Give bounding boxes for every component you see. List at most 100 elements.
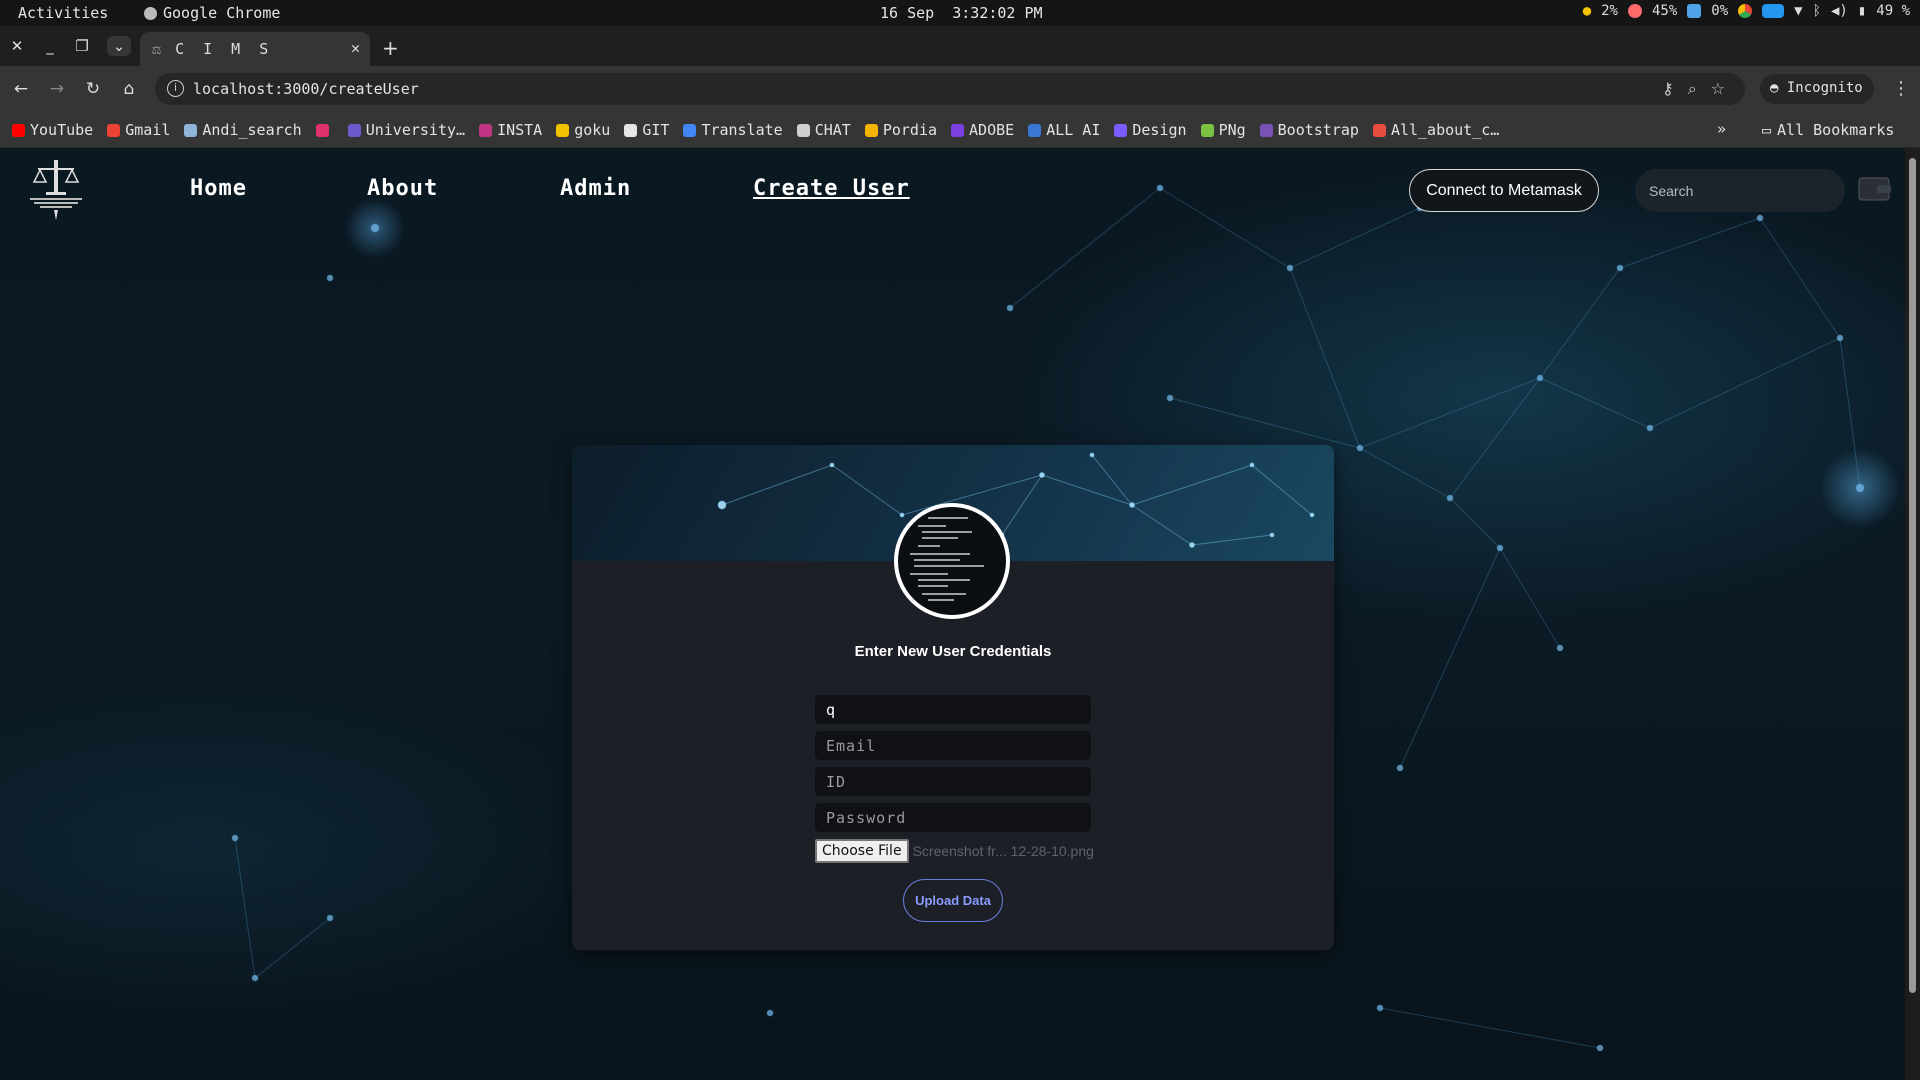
bookmark-item[interactable]: Translate bbox=[683, 121, 783, 139]
clock[interactable]: 16 Sep 3:32:02 PM bbox=[880, 4, 1043, 22]
bookmark-label: ALL AI bbox=[1046, 121, 1101, 139]
bookmark-item[interactable]: ADOBE bbox=[951, 121, 1014, 139]
restore-icon[interactable]: ❐ bbox=[72, 36, 92, 56]
bookmark-favicon-icon bbox=[683, 123, 697, 137]
bookmark-item[interactable] bbox=[315, 121, 334, 139]
bookmark-item[interactable]: Design bbox=[1114, 121, 1187, 139]
incognito-badge[interactable]: ◓ Incognito bbox=[1760, 74, 1874, 104]
search-input[interactable] bbox=[1635, 169, 1845, 212]
bookmark-favicon-icon bbox=[951, 123, 965, 137]
nav-create-user[interactable]: Create User bbox=[753, 176, 910, 201]
bookmark-item[interactable]: All_about_c… bbox=[1372, 121, 1500, 139]
bookmark-item[interactable]: ALL AI bbox=[1028, 121, 1100, 139]
site-info-icon[interactable]: i bbox=[167, 80, 184, 97]
browser-menu-icon[interactable]: ⋮ bbox=[1892, 78, 1910, 99]
new-tab-icon[interactable]: + bbox=[382, 36, 399, 60]
home-icon[interactable]: ⌂ bbox=[118, 78, 140, 100]
incognito-icon: ◓ bbox=[1770, 80, 1779, 96]
activities-button[interactable]: Activities bbox=[18, 4, 108, 22]
nav-home[interactable]: Home bbox=[190, 176, 247, 201]
folder-icon: ▭ bbox=[1762, 121, 1772, 139]
bookmark-item[interactable]: Gmail bbox=[107, 121, 170, 139]
name-field[interactable] bbox=[815, 695, 1091, 724]
chrome-icon bbox=[144, 6, 157, 20]
close-window-icon[interactable]: ✕ bbox=[7, 36, 27, 56]
form-title: Enter New User Credentials bbox=[854, 643, 1052, 660]
volume-icon: ◀) bbox=[1830, 3, 1848, 19]
email-field[interactable] bbox=[815, 731, 1091, 760]
bookmark-label: Andi_search bbox=[202, 121, 302, 139]
memory-icon bbox=[1627, 4, 1642, 18]
nav-admin[interactable]: Admin bbox=[560, 176, 631, 201]
reload-icon[interactable]: ↻ bbox=[82, 78, 104, 100]
bookmark-item[interactable]: goku bbox=[556, 121, 610, 139]
chrome-tray-icon bbox=[1738, 4, 1753, 18]
forward-icon[interactable]: → bbox=[46, 78, 68, 100]
all-bookmarks-label: All Bookmarks bbox=[1777, 121, 1895, 139]
address-bar[interactable]: i localhost:3000/createUser ⚷ ⌕ ☆ bbox=[155, 73, 1745, 105]
bookmark-label: GIT bbox=[642, 121, 670, 139]
bookmark-label: YouTube bbox=[30, 121, 94, 139]
nav-about[interactable]: About bbox=[367, 176, 438, 201]
swap-icon bbox=[1687, 4, 1702, 18]
bookmark-item[interactable]: University… bbox=[347, 121, 466, 139]
bookmark-label: All_about_c… bbox=[1390, 121, 1500, 139]
bookmark-item[interactable]: Pordia bbox=[864, 121, 937, 139]
password-field[interactable] bbox=[815, 803, 1091, 832]
bookmark-item[interactable]: INSTA bbox=[479, 121, 542, 139]
bluetooth-icon: ᛒ bbox=[1812, 3, 1821, 19]
bookmark-favicon-icon bbox=[347, 123, 361, 137]
tab-close-icon[interactable]: ✕ bbox=[351, 39, 360, 57]
bookmark-favicon-icon bbox=[796, 123, 810, 137]
tab-search-icon[interactable]: ⌄ bbox=[107, 36, 131, 56]
tab-cims[interactable]: ⚖ C I M S ✕ bbox=[140, 32, 370, 66]
selected-file-name: Screenshot fr... 12-28-10.png bbox=[912, 843, 1094, 859]
bookmark-item[interactable]: YouTube bbox=[12, 121, 93, 139]
choose-file-button[interactable]: Choose File bbox=[815, 839, 909, 863]
bookmark-item[interactable]: PNg bbox=[1200, 121, 1246, 139]
code-screenshot-image bbox=[910, 517, 984, 601]
zoom-icon[interactable]: ⌕ bbox=[1688, 79, 1697, 99]
key-icon[interactable]: ⚷ bbox=[1662, 79, 1674, 99]
bookmark-label: ADOBE bbox=[969, 121, 1015, 139]
battery-icon: ▮ bbox=[1857, 3, 1867, 19]
bookmark-favicon-icon bbox=[479, 123, 493, 137]
page-content: Home About Admin Create User Connect to … bbox=[0, 148, 1905, 1080]
page-scrollbar[interactable] bbox=[1905, 148, 1920, 1080]
bookmark-label: CHAT bbox=[814, 121, 851, 139]
system-top-bar: Activities Google Chrome 16 Sep 3:32:02 … bbox=[0, 0, 1920, 26]
url-text[interactable]: localhost:3000/createUser bbox=[193, 80, 419, 98]
connect-metamask-button[interactable]: Connect to Metamask bbox=[1409, 169, 1599, 212]
tab-favicon-icon: ⚖ bbox=[152, 40, 162, 58]
bookmark-item[interactable]: Andi_search bbox=[184, 121, 302, 139]
more-bookmarks-icon[interactable]: » bbox=[1717, 120, 1726, 138]
bookmark-label: goku bbox=[574, 121, 611, 139]
bookmark-favicon-icon bbox=[556, 123, 570, 137]
star-icon[interactable]: ☆ bbox=[1711, 79, 1725, 99]
clock-date: 16 Sep bbox=[880, 4, 935, 22]
bookmark-label: Design bbox=[1132, 121, 1187, 139]
swap-usage: 0% bbox=[1711, 3, 1729, 19]
file-input[interactable]: Choose File Screenshot fr... 12-28-10.pn… bbox=[815, 839, 1094, 863]
bookmark-item[interactable]: Bootstrap bbox=[1259, 121, 1359, 139]
bookmark-favicon-icon bbox=[1114, 123, 1128, 137]
cims-logo[interactable] bbox=[26, 156, 86, 222]
all-bookmarks-button[interactable]: ▭ All Bookmarks bbox=[1762, 121, 1894, 139]
bookmark-list: YouTube Gmail Andi_search University… INSTA g… bbox=[12, 121, 1499, 139]
cpu-usage: 2% bbox=[1601, 3, 1618, 19]
app-menu[interactable]: Google Chrome bbox=[144, 4, 280, 22]
upload-data-button[interactable]: Upload Data bbox=[903, 879, 1003, 922]
bookmark-favicon-icon bbox=[864, 123, 878, 137]
user-avatar[interactable] bbox=[894, 503, 1010, 619]
back-icon[interactable]: ← bbox=[10, 78, 32, 100]
bookmark-favicon-icon bbox=[1259, 123, 1273, 137]
minimize-icon[interactable]: _ bbox=[40, 36, 60, 56]
wallet-icon[interactable] bbox=[1855, 172, 1895, 206]
bookmark-item[interactable]: GIT bbox=[624, 121, 669, 139]
system-tray[interactable]: ● 2% 45% 0% ▼ ᛒ ◀) ▮ 49 % bbox=[1583, 3, 1910, 19]
tab-title: C I M S bbox=[175, 40, 274, 58]
scrollbar-thumb[interactable] bbox=[1909, 158, 1916, 993]
id-field[interactable] bbox=[815, 767, 1091, 796]
bookmark-item[interactable]: CHAT bbox=[796, 121, 851, 139]
bookmark-label: University… bbox=[365, 121, 466, 139]
